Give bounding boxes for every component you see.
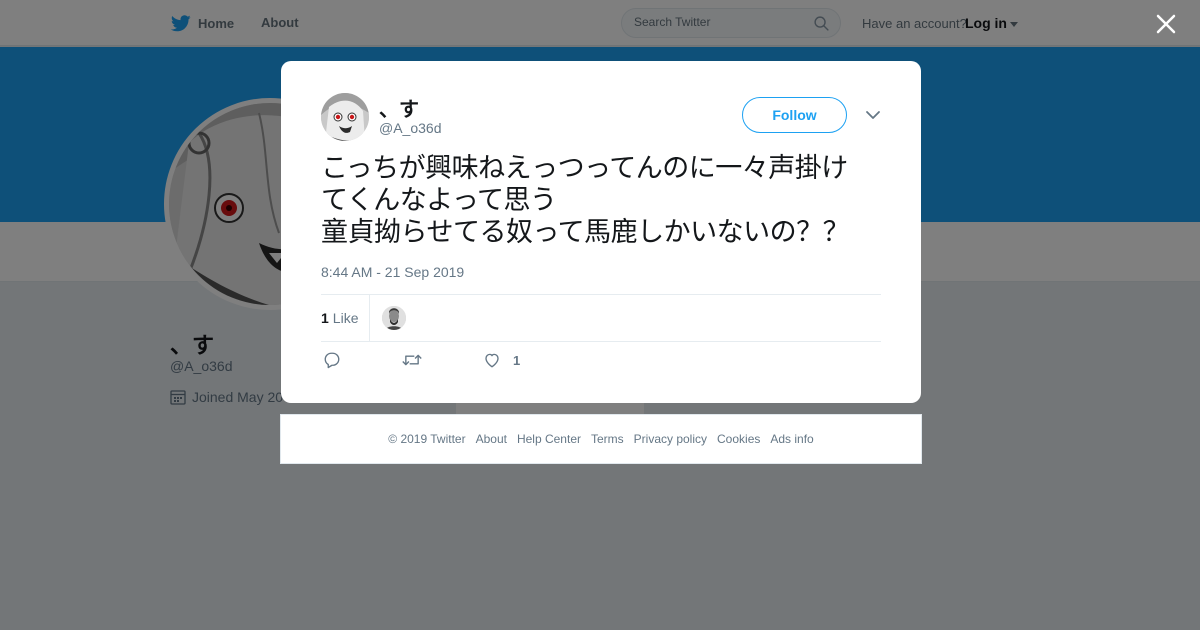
tweet-author-avatar[interactable] (321, 93, 369, 141)
reply-button[interactable] (323, 351, 341, 369)
author-avatar-illustration (321, 93, 369, 141)
tweet-text-line: てくんなよって思う (321, 185, 557, 216)
tweet-text-line: 童貞拗らせてる奴って馬鹿しかいないの？？ (321, 217, 850, 248)
footer-link-help-center[interactable]: Help Center (517, 432, 581, 446)
tweet-timestamp[interactable]: 8:44 AM - 21 Sep 2019 (321, 264, 464, 280)
footer-link-terms[interactable]: Terms (591, 432, 624, 446)
retweet-icon (402, 354, 422, 366)
tweet-text-line: こっちが興味ねえっつってんのに一々声掛け (321, 153, 848, 184)
likes-stat[interactable]: 1 Like (321, 310, 358, 326)
tweet-text: こっちが興味ねえっつってんのに一々声掛け てくんなよって思う 童貞拗らせてる奴っ… (321, 153, 891, 249)
stats-separator (369, 295, 370, 341)
heart-icon (485, 353, 499, 368)
likes-label: Like (332, 310, 359, 326)
liker-avatar[interactable] (382, 306, 406, 330)
like-action-count: 1 (513, 352, 521, 368)
tweet-actions: 1 (321, 351, 881, 375)
tweet-author-handle[interactable]: @A_o36d (379, 120, 441, 136)
reply-icon (324, 352, 340, 369)
follow-button[interactable]: Follow (742, 97, 847, 133)
likes-count: 1 (321, 310, 329, 326)
footer-link-ads-info[interactable]: Ads info (770, 432, 813, 446)
tweet-stats: 1 Like (321, 295, 881, 341)
tweet-author-name[interactable]: 、す (379, 93, 419, 122)
tweet-modal: 、す @A_o36d Follow こっちが興味ねえっつってんのに一々声掛け て… (281, 61, 921, 403)
divider (321, 341, 881, 342)
footer-link-cookies[interactable]: Cookies (717, 432, 760, 446)
footer-link-privacy[interactable]: Privacy policy (634, 432, 707, 446)
footer-link-about[interactable]: About (476, 432, 507, 446)
footer-copyright[interactable]: © 2019 Twitter (388, 432, 465, 446)
liker-avatar-illustration (382, 306, 406, 330)
chevron-down-icon[interactable] (863, 108, 883, 122)
close-icon[interactable] (1155, 13, 1177, 35)
modal-footer: © 2019 Twitter About Help Center Terms P… (280, 414, 922, 464)
like-button[interactable]: 1 (483, 351, 520, 369)
retweet-button[interactable] (402, 351, 422, 369)
